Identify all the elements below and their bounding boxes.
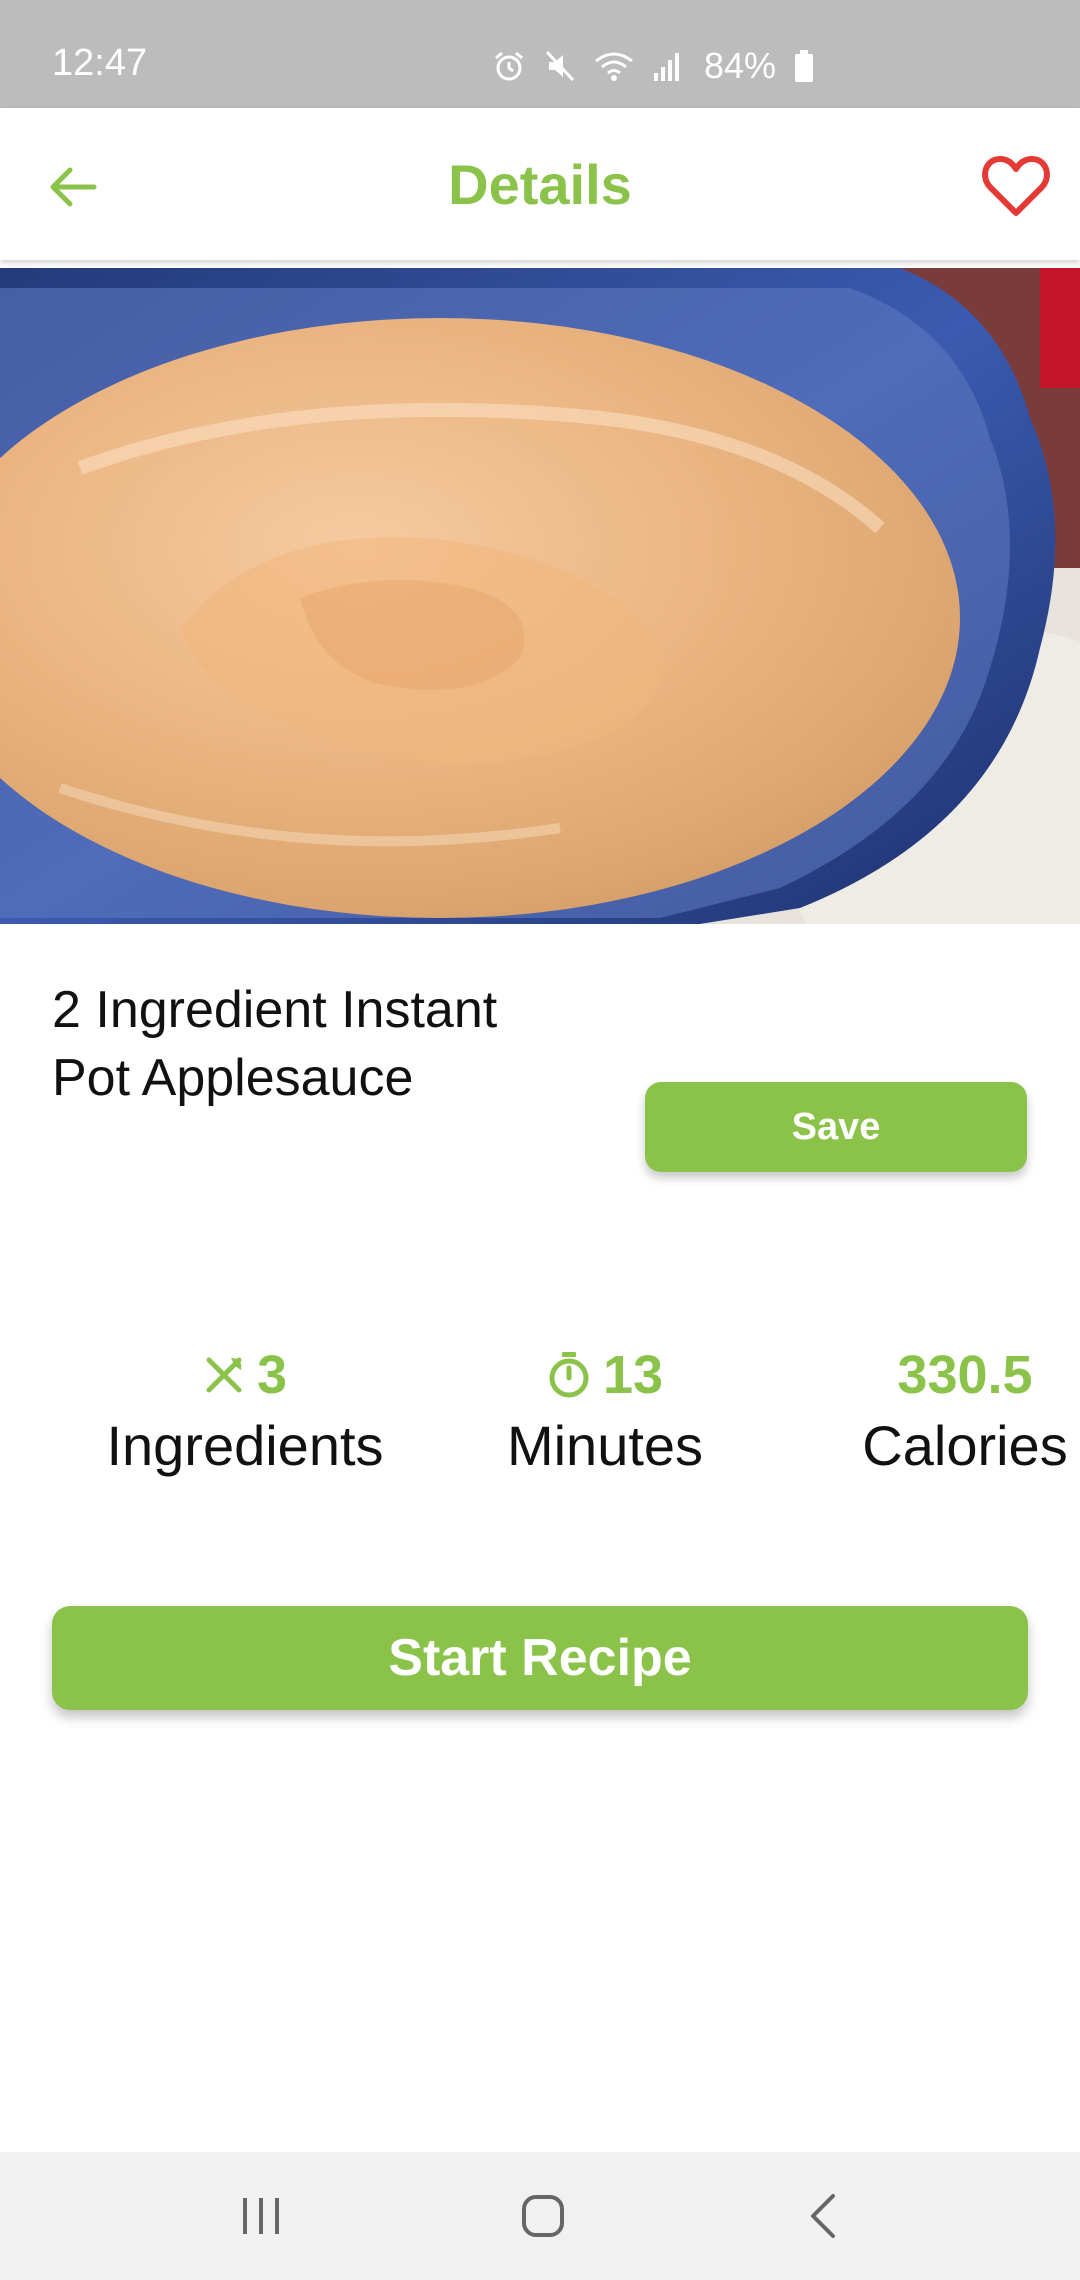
app-bar: Details [0, 108, 1080, 260]
recipe-title-line2: Pot Applesauce [52, 1049, 414, 1107]
home-button[interactable] [493, 2172, 593, 2260]
alarm-icon [492, 49, 526, 83]
status-time: 12:47 [52, 42, 148, 84]
recipe-title-line1: 2 Ingredient Instant [52, 981, 498, 1039]
home-icon [522, 2195, 564, 2237]
utensils-icon [206, 1357, 242, 1393]
ingredients-count: 3 [256, 1345, 288, 1405]
calories-label: Calories [862, 1414, 1068, 1477]
recent-apps-button[interactable] [211, 2172, 311, 2260]
status-icons: 84% [492, 46, 814, 86]
ingredients-label: Ingredients [106, 1414, 384, 1477]
back-icon [811, 2194, 835, 2238]
stat-minutes: 13 Minutes [470, 1340, 740, 1479]
battery-percent: 84% [704, 45, 777, 86]
status-bar: 12:47 84% [0, 0, 1080, 108]
applesauce-image [0, 268, 1080, 924]
battery-icon [794, 49, 814, 83]
recipe-details-screen: 12:47 84% Details 2 Ingredient Instant P… [0, 0, 1080, 2280]
recipe-image [0, 268, 1080, 924]
start-recipe-button[interactable]: Start Recipe [52, 1606, 1028, 1710]
wifi-icon [594, 49, 634, 83]
recent-apps-icon [243, 2198, 279, 2234]
mute-icon [544, 49, 576, 83]
timer-icon [549, 1352, 589, 1398]
stat-calories: 330.5 Calories [850, 1340, 1080, 1479]
save-button[interactable]: Save [645, 1082, 1027, 1172]
favorite-button[interactable] [976, 146, 1056, 226]
minutes-label: Minutes [506, 1414, 704, 1477]
calories-count: 330.5 [897, 1345, 1033, 1405]
minutes-count: 13 [602, 1345, 664, 1405]
recipe-title: 2 Ingredient Instant Pot Applesauce [52, 976, 612, 1112]
page-title: Details [448, 153, 632, 216]
nav-back-button[interactable] [773, 2172, 873, 2260]
system-nav-bar [0, 2152, 1080, 2280]
signal-icon [652, 49, 682, 83]
heart-outline-icon [982, 156, 1050, 216]
stat-ingredients: 3 Ingredients [70, 1340, 420, 1479]
